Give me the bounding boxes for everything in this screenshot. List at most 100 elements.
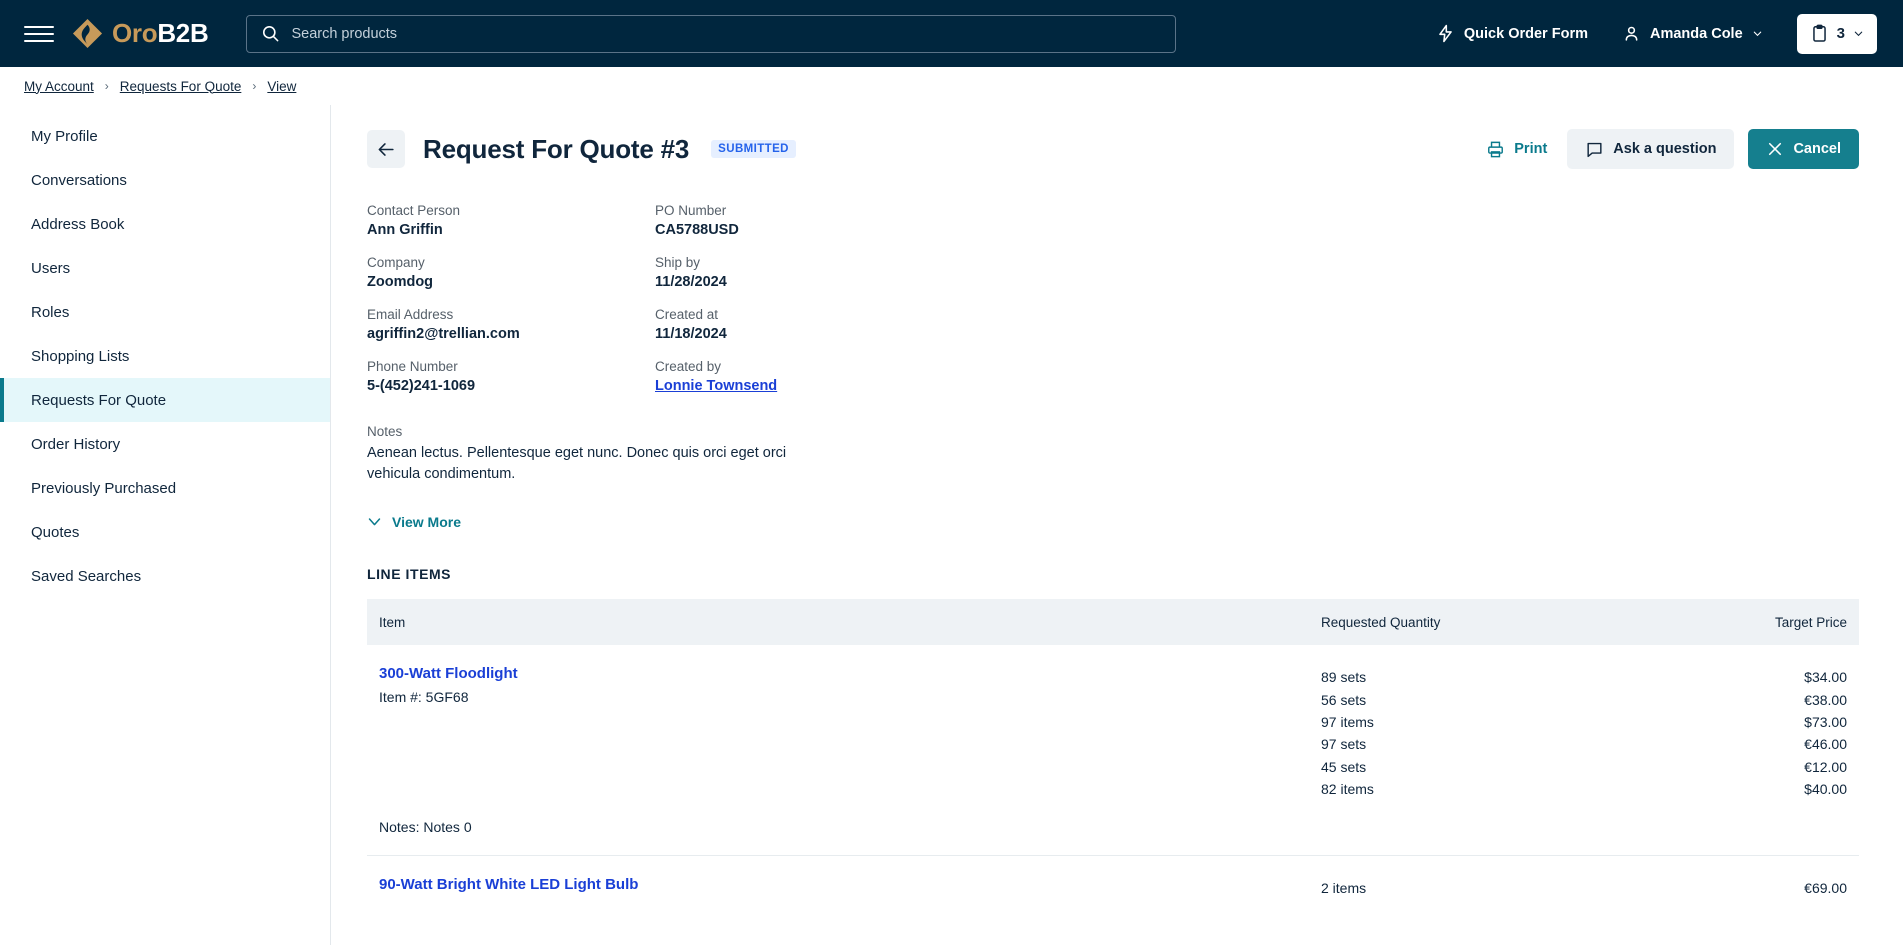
- hamburger-menu-icon[interactable]: [24, 19, 54, 49]
- close-icon: [1766, 140, 1784, 158]
- breadcrumb-separator-icon: ›: [105, 79, 109, 93]
- line-item-quantity-cell: 2 items: [1309, 855, 1609, 899]
- page-layout: My Profile Conversations Address Book Us…: [0, 105, 1903, 945]
- field-label: PO Number: [655, 203, 1107, 218]
- brand-oro-text: Oro: [112, 18, 157, 48]
- sidebar-item-address-book[interactable]: Address Book: [0, 202, 330, 246]
- notes-label: Notes: [367, 424, 837, 439]
- ask-a-question-button[interactable]: Ask a question: [1567, 129, 1734, 169]
- line-item-sku: Item #: 5GF68: [379, 689, 1297, 705]
- sidebar-item-label: Roles: [31, 304, 69, 321]
- price-list: €69.00: [1621, 856, 1847, 899]
- account-menu-button[interactable]: Amanda Cole: [1622, 24, 1763, 43]
- sidebar-item-label: Saved Searches: [31, 568, 141, 585]
- search-bar[interactable]: [246, 15, 1176, 53]
- field-value: Ann Griffin: [367, 222, 655, 238]
- sidebar-item-label: Order History: [31, 436, 120, 453]
- brand-wordmark: OroB2B: [112, 18, 208, 49]
- sidebar-item-label: Requests For Quote: [31, 392, 166, 409]
- table-header-row: Item Requested Quantity Target Price: [367, 599, 1859, 645]
- request-details: Contact Person Ann Griffin PO Number CA5…: [367, 203, 1107, 394]
- cancel-label: Cancel: [1793, 141, 1841, 157]
- breadcrumb-separator-icon: ›: [252, 79, 256, 93]
- line-items-table-body: 300-Watt Floodlight Item #: 5GF68 89 set…: [367, 645, 1859, 899]
- field-value: 5-(452)241-1069: [367, 378, 655, 394]
- status-badge: SUBMITTED: [711, 140, 796, 158]
- line-item-name-link[interactable]: 90-Watt Bright White LED Light Bulb: [379, 876, 1297, 893]
- breadcrumb-item-requests-for-quote[interactable]: Requests For Quote: [120, 79, 242, 94]
- sidebar-item-label: Previously Purchased: [31, 480, 176, 497]
- view-more-label: View More: [392, 514, 461, 530]
- sidebar-item-label: Quotes: [31, 524, 79, 541]
- back-button[interactable]: [367, 130, 405, 168]
- sidebar-item-requests-for-quote[interactable]: Requests For Quote: [0, 378, 330, 422]
- view-more-button[interactable]: View More: [367, 514, 461, 530]
- lightning-bolt-icon: [1436, 24, 1455, 43]
- column-header-quantity: Requested Quantity: [1309, 599, 1609, 645]
- line-item-info-cell: 300-Watt Floodlight Item #: 5GF68: [367, 645, 1309, 800]
- breadcrumb-item-view[interactable]: View: [267, 79, 296, 94]
- field-value: 11/28/2024: [655, 274, 1107, 290]
- price-value: $73.00: [1621, 711, 1847, 733]
- shopping-list-button[interactable]: 3: [1797, 14, 1877, 54]
- sidebar-item-saved-searches[interactable]: Saved Searches: [0, 554, 330, 598]
- sidebar-item-order-history[interactable]: Order History: [0, 422, 330, 466]
- column-header-item: Item: [367, 599, 1309, 645]
- oro-diamond-icon: [72, 18, 103, 49]
- field-label: Email Address: [367, 307, 655, 322]
- quantity-value: 2 items: [1321, 877, 1597, 899]
- sidebar-item-quotes[interactable]: Quotes: [0, 510, 330, 554]
- field-label: Created at: [655, 307, 1107, 322]
- line-item-price-cell: $34.00 €38.00 $73.00 €46.00 €12.00 $40.0…: [1609, 645, 1859, 800]
- sidebar-item-label: Conversations: [31, 172, 127, 189]
- brand-b2b-text: B2B: [157, 18, 208, 48]
- print-button[interactable]: Print: [1480, 129, 1553, 169]
- sidebar-item-label: Shopping Lists: [31, 348, 129, 365]
- price-value: $40.00: [1621, 778, 1847, 800]
- table-row: 300-Watt Floodlight Item #: 5GF68 89 set…: [367, 645, 1859, 800]
- sidebar-item-users[interactable]: Users: [0, 246, 330, 290]
- notes-text: Aenean lectus. Pellentesque eget nunc. D…: [367, 443, 837, 486]
- account-sidebar: My Profile Conversations Address Book Us…: [0, 105, 331, 945]
- quantity-value: 97 items: [1321, 711, 1597, 733]
- ask-a-question-label: Ask a question: [1613, 141, 1716, 157]
- field-label: Ship by: [655, 255, 1107, 270]
- page-action-buttons: Print Ask a question Cancel: [1480, 129, 1859, 169]
- header-actions: Quick Order Form Amanda Cole 3: [1436, 14, 1877, 54]
- cancel-button[interactable]: Cancel: [1748, 129, 1859, 169]
- sidebar-item-shopping-lists[interactable]: Shopping Lists: [0, 334, 330, 378]
- quantity-value: 89 sets: [1321, 666, 1597, 688]
- sidebar-item-roles[interactable]: Roles: [0, 290, 330, 334]
- arrow-left-icon: [377, 140, 396, 159]
- field-po-number: PO Number CA5788USD: [655, 203, 1107, 238]
- cart-count-label: 3: [1837, 25, 1845, 42]
- line-item-price-cell: €69.00: [1609, 855, 1859, 899]
- field-created-at: Created at 11/18/2024: [655, 307, 1107, 342]
- price-value: €12.00: [1621, 756, 1847, 778]
- price-value: €38.00: [1621, 689, 1847, 711]
- chevron-down-icon: [367, 514, 382, 529]
- quantity-value: 45 sets: [1321, 756, 1597, 778]
- field-created-by: Created by Lonnie Townsend: [655, 359, 1107, 394]
- sidebar-item-label: My Profile: [31, 128, 98, 145]
- field-value: 11/18/2024: [655, 326, 1107, 342]
- line-items-section-title: LINE ITEMS: [367, 566, 1859, 582]
- line-item-quantity-cell: 89 sets 56 sets 97 items 97 sets 45 sets…: [1309, 645, 1609, 800]
- sidebar-item-conversations[interactable]: Conversations: [0, 158, 330, 202]
- field-contact-person: Contact Person Ann Griffin: [367, 203, 655, 238]
- page-title: Request For Quote #3: [423, 134, 689, 165]
- line-items-table-head: Item Requested Quantity Target Price: [367, 599, 1859, 645]
- search-input[interactable]: [291, 26, 1161, 42]
- field-label: Contact Person: [367, 203, 655, 218]
- field-email-address: Email Address agriffin2@trellian.com: [367, 307, 655, 342]
- breadcrumb-item-my-account[interactable]: My Account: [24, 79, 94, 94]
- sidebar-item-previously-purchased[interactable]: Previously Purchased: [0, 466, 330, 510]
- quick-order-form-button[interactable]: Quick Order Form: [1436, 24, 1588, 43]
- chevron-down-icon: [1752, 28, 1763, 39]
- created-by-link[interactable]: Lonnie Townsend: [655, 378, 1107, 394]
- field-company: Company Zoomdog: [367, 255, 655, 290]
- sidebar-item-my-profile[interactable]: My Profile: [0, 114, 330, 158]
- brand-logo-link[interactable]: OroB2B: [72, 18, 208, 49]
- quantity-value: 82 items: [1321, 778, 1597, 800]
- line-item-name-link[interactable]: 300-Watt Floodlight: [379, 665, 1297, 682]
